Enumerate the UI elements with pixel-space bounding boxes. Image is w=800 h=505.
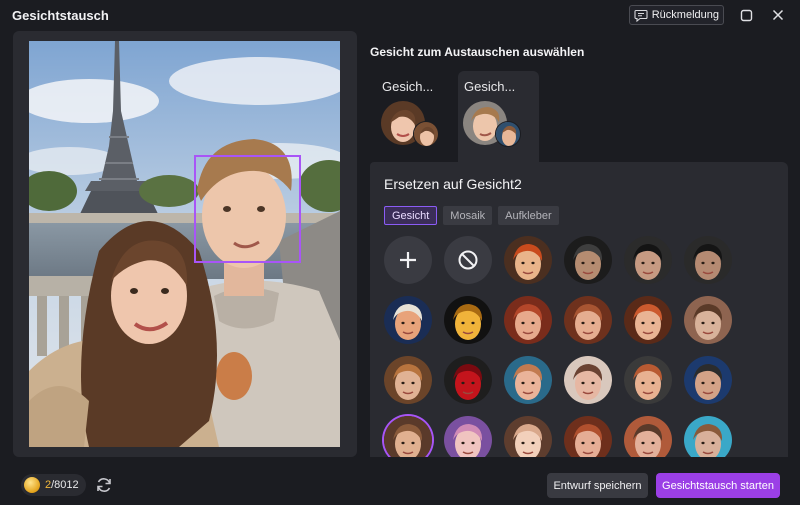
preview-panel — [13, 31, 357, 457]
feedback-button[interactable]: Rückmeldung — [628, 5, 724, 25]
face-option[interactable] — [684, 296, 732, 344]
face-thumbnail — [684, 356, 732, 404]
face-thumbnail — [624, 296, 672, 344]
face-thumbnail — [624, 236, 672, 284]
face-tab-1[interactable]: Gesich... — [376, 71, 457, 165]
face-option[interactable] — [504, 236, 552, 284]
face-option[interactable] — [504, 416, 552, 457]
add-face-button[interactable] — [384, 236, 432, 284]
credits-total: /8012 — [51, 479, 79, 491]
face-option[interactable] — [624, 356, 672, 404]
footer-bar: 2/8012 Entwurf speichern Gesichtstausch … — [0, 464, 800, 505]
face-tab-label: Gesich... — [464, 79, 516, 94]
face-thumbnail — [564, 416, 612, 457]
face-option[interactable] — [384, 416, 432, 457]
face-thumbnail — [504, 356, 552, 404]
chat-bubble-icon — [634, 9, 648, 22]
face-selection-panel: Gesicht zum Austauschen auswählen Gesich… — [370, 31, 788, 457]
face-thumbnail — [684, 416, 732, 457]
category-tabs: Gesicht Mosaik Aufkleber — [384, 206, 559, 225]
face-thumbnail — [384, 296, 432, 344]
replace-panel: Ersetzen auf Gesicht2 Gesicht Mosaik Auf… — [370, 162, 788, 457]
face-thumbnail — [444, 296, 492, 344]
title-bar: Gesichtstausch Rückmeldung — [0, 0, 800, 31]
face-tab-label: Gesich... — [382, 79, 434, 94]
face-option[interactable] — [624, 416, 672, 457]
face-thumbnail — [504, 236, 552, 284]
category-mosaic[interactable]: Mosaik — [443, 206, 493, 225]
face-option[interactable] — [444, 416, 492, 457]
face-option[interactable] — [504, 356, 552, 404]
face-option[interactable] — [384, 356, 432, 404]
face-option[interactable] — [564, 356, 612, 404]
face-option[interactable] — [684, 236, 732, 284]
category-sticker[interactable]: Aufkleber — [498, 206, 559, 225]
face-thumbnail — [444, 416, 492, 457]
face-select-title: Gesicht zum Austauschen auswählen — [370, 45, 585, 59]
maximize-button[interactable] — [736, 5, 756, 25]
refresh-icon — [97, 478, 111, 492]
face-option[interactable] — [684, 416, 732, 457]
preview-photo — [29, 41, 340, 447]
close-icon — [772, 9, 784, 21]
close-button[interactable] — [768, 5, 788, 25]
detected-face-frame[interactable] — [194, 155, 301, 263]
face-thumbnail — [684, 236, 732, 284]
face-thumbnail — [564, 356, 612, 404]
face-tab-target-thumb — [495, 121, 521, 147]
face-thumbnail — [624, 356, 672, 404]
category-face[interactable]: Gesicht — [384, 206, 438, 225]
plus-icon — [400, 252, 416, 268]
face-thumbnail — [624, 416, 672, 457]
face-swap-window: Gesichtstausch Rückmeldung Gesicht zum A… — [0, 0, 800, 505]
no-replacement-button[interactable] — [444, 236, 492, 284]
title-bar-controls: Rückmeldung — [628, 5, 788, 25]
face-option[interactable] — [384, 296, 432, 344]
prohibit-icon — [458, 250, 478, 270]
refresh-button[interactable] — [94, 475, 114, 495]
face-option[interactable] — [504, 296, 552, 344]
face-thumbnail — [504, 296, 552, 344]
face-thumbnail — [384, 356, 432, 404]
feedback-label: Rückmeldung — [651, 9, 719, 21]
replace-title: Ersetzen auf Gesicht2 — [384, 176, 522, 192]
square-icon — [740, 9, 752, 21]
face-option[interactable] — [564, 236, 612, 284]
face-option[interactable] — [624, 296, 672, 344]
window-title: Gesichtstausch — [12, 8, 109, 23]
face-option[interactable] — [624, 236, 672, 284]
start-face-swap-button[interactable]: Gesichtstausch starten — [656, 473, 780, 498]
face-thumbnail — [564, 296, 612, 344]
save-draft-button[interactable]: Entwurf speichern — [547, 473, 648, 498]
face-option[interactable] — [564, 416, 612, 457]
face-thumbnail — [444, 356, 492, 404]
face-thumbnail — [684, 296, 732, 344]
face-option[interactable] — [684, 356, 732, 404]
face-thumbnail — [504, 416, 552, 457]
credit-counter: 2/8012 — [21, 474, 86, 496]
face-option[interactable] — [444, 296, 492, 344]
face-tab-target-thumb — [413, 121, 439, 147]
face-option[interactable] — [444, 356, 492, 404]
face-thumbnail — [384, 416, 432, 457]
face-option[interactable] — [564, 296, 612, 344]
face-thumbnail — [564, 236, 612, 284]
coin-icon — [24, 477, 40, 493]
face-tab-2[interactable]: Gesich... — [458, 71, 539, 165]
